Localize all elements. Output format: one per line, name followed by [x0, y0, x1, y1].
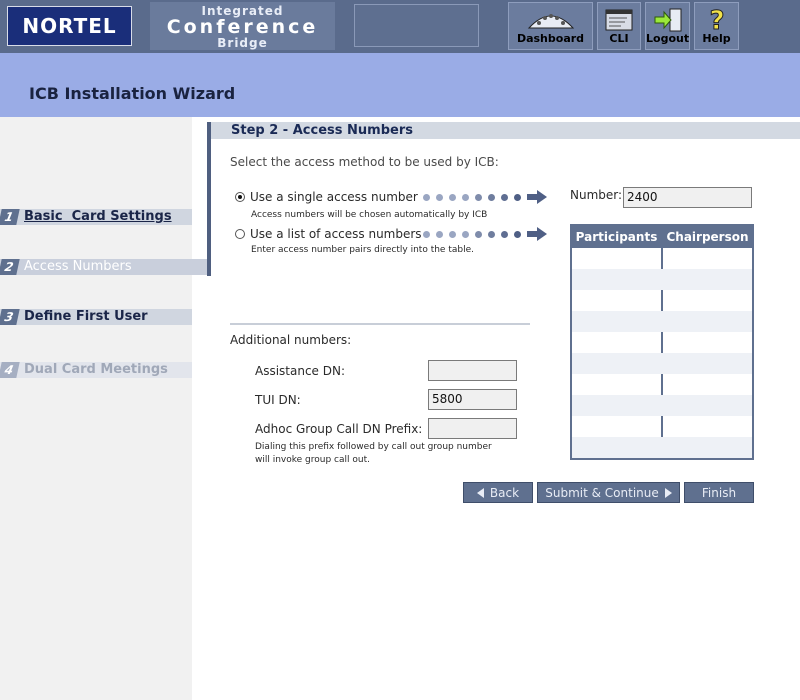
sidebar-step-dual-card-meetings: 4 Dual Card Meetings: [0, 362, 192, 378]
access-number-table: Participants Chairperson: [570, 224, 754, 460]
single-access-radio[interactable]: [235, 192, 245, 202]
table-row[interactable]: [572, 248, 752, 269]
list-access-description: Enter access number pairs directly into …: [251, 245, 474, 255]
table-row[interactable]: [572, 290, 752, 311]
adhoc-description-line-2: will invoke group call out.: [255, 455, 370, 465]
arrow-right-icon: [664, 487, 672, 498]
sidebar-step-access-numbers: 2 Access Numbers: [0, 259, 210, 275]
step-label: Access Numbers: [24, 259, 132, 274]
page-title: ICB Installation Wizard: [29, 84, 236, 103]
back-label: Back: [489, 485, 520, 500]
cli-label: CLI: [609, 32, 629, 45]
submit-continue-button[interactable]: Submit & Continue: [537, 482, 680, 503]
header-blank-panel: [354, 4, 479, 47]
logo-text: NORTEL: [22, 14, 117, 38]
step-number: 4: [0, 362, 20, 378]
product-name: Integrated Conference Bridge: [150, 2, 335, 50]
access-number-field[interactable]: 2400: [623, 187, 752, 208]
table-row[interactable]: [572, 269, 752, 290]
svg-text:?: ?: [709, 7, 724, 33]
table-row[interactable]: [572, 332, 752, 353]
step-title: Step 2 - Access Numbers: [231, 123, 413, 138]
single-access-arrow: [423, 190, 547, 204]
step-number: 1: [0, 209, 20, 225]
table-row[interactable]: [572, 311, 752, 332]
back-button[interactable]: Back: [463, 482, 533, 503]
table-row[interactable]: [572, 353, 752, 374]
cli-button[interactable]: CLI: [597, 2, 641, 50]
sidebar-step-basic-card-settings[interactable]: 1 Basic Card Settings: [0, 209, 192, 225]
logout-label: Logout: [646, 32, 690, 45]
adhoc-prefix-label: Adhoc Group Call DN Prefix:: [255, 422, 423, 436]
assistance-dn-field[interactable]: [428, 360, 517, 381]
finish-button[interactable]: Finish: [684, 482, 754, 503]
nortel-logo: NORTEL: [7, 6, 132, 46]
product-line-3: Bridge: [217, 36, 268, 50]
dashboard-label: Dashboard: [516, 32, 585, 45]
list-access-arrow: [423, 227, 547, 241]
help-button[interactable]: ? Help: [694, 2, 739, 50]
arrow-left-icon: [476, 487, 484, 498]
column-header-participants: Participants: [572, 226, 661, 248]
logout-icon: [646, 7, 689, 33]
step-label: Basic Card Settings: [24, 209, 172, 224]
list-access-radio[interactable]: [235, 229, 245, 239]
number-label: Number:: [570, 188, 623, 202]
step-label: Dual Card Meetings: [24, 362, 168, 377]
help-label: Help: [702, 32, 731, 45]
step-number: 2: [0, 259, 20, 275]
tui-dn-field[interactable]: 5800: [428, 389, 517, 410]
single-access-label[interactable]: Use a single access number: [250, 190, 418, 204]
additional-numbers-heading: Additional numbers:: [230, 333, 352, 347]
wizard-sidebar: [0, 117, 192, 700]
help-icon: ?: [695, 7, 738, 33]
column-header-chairperson: Chairperson: [663, 226, 752, 248]
table-row[interactable]: [572, 374, 752, 395]
step-header-rule: [207, 122, 211, 276]
dashboard-icon: [509, 7, 592, 33]
adhoc-prefix-field[interactable]: [428, 418, 517, 439]
adhoc-description-line-1: Dialing this prefix followed by call out…: [255, 442, 492, 452]
single-access-description: Access numbers will be chosen automatica…: [251, 210, 488, 220]
table-row[interactable]: [572, 395, 752, 416]
table-row[interactable]: [572, 416, 752, 437]
cli-icon: [598, 7, 640, 33]
table-row[interactable]: [572, 437, 752, 458]
step-number: 3: [0, 309, 20, 325]
tui-dn-label: TUI DN:: [255, 393, 301, 407]
product-line-2: Conference: [166, 16, 319, 38]
access-method-prompt: Select the access method to be used by I…: [230, 155, 499, 169]
dashboard-button[interactable]: Dashboard: [508, 2, 593, 50]
section-divider: [230, 323, 530, 325]
assistance-dn-label: Assistance DN:: [255, 364, 346, 378]
finish-label: Finish: [701, 485, 737, 500]
step-label: Define First User: [24, 309, 148, 324]
submit-label: Submit & Continue: [545, 485, 659, 500]
logout-button[interactable]: Logout: [645, 2, 690, 50]
list-access-label[interactable]: Use a list of access numbers: [250, 227, 422, 241]
sidebar-step-define-first-user: 3 Define First User: [0, 309, 192, 325]
